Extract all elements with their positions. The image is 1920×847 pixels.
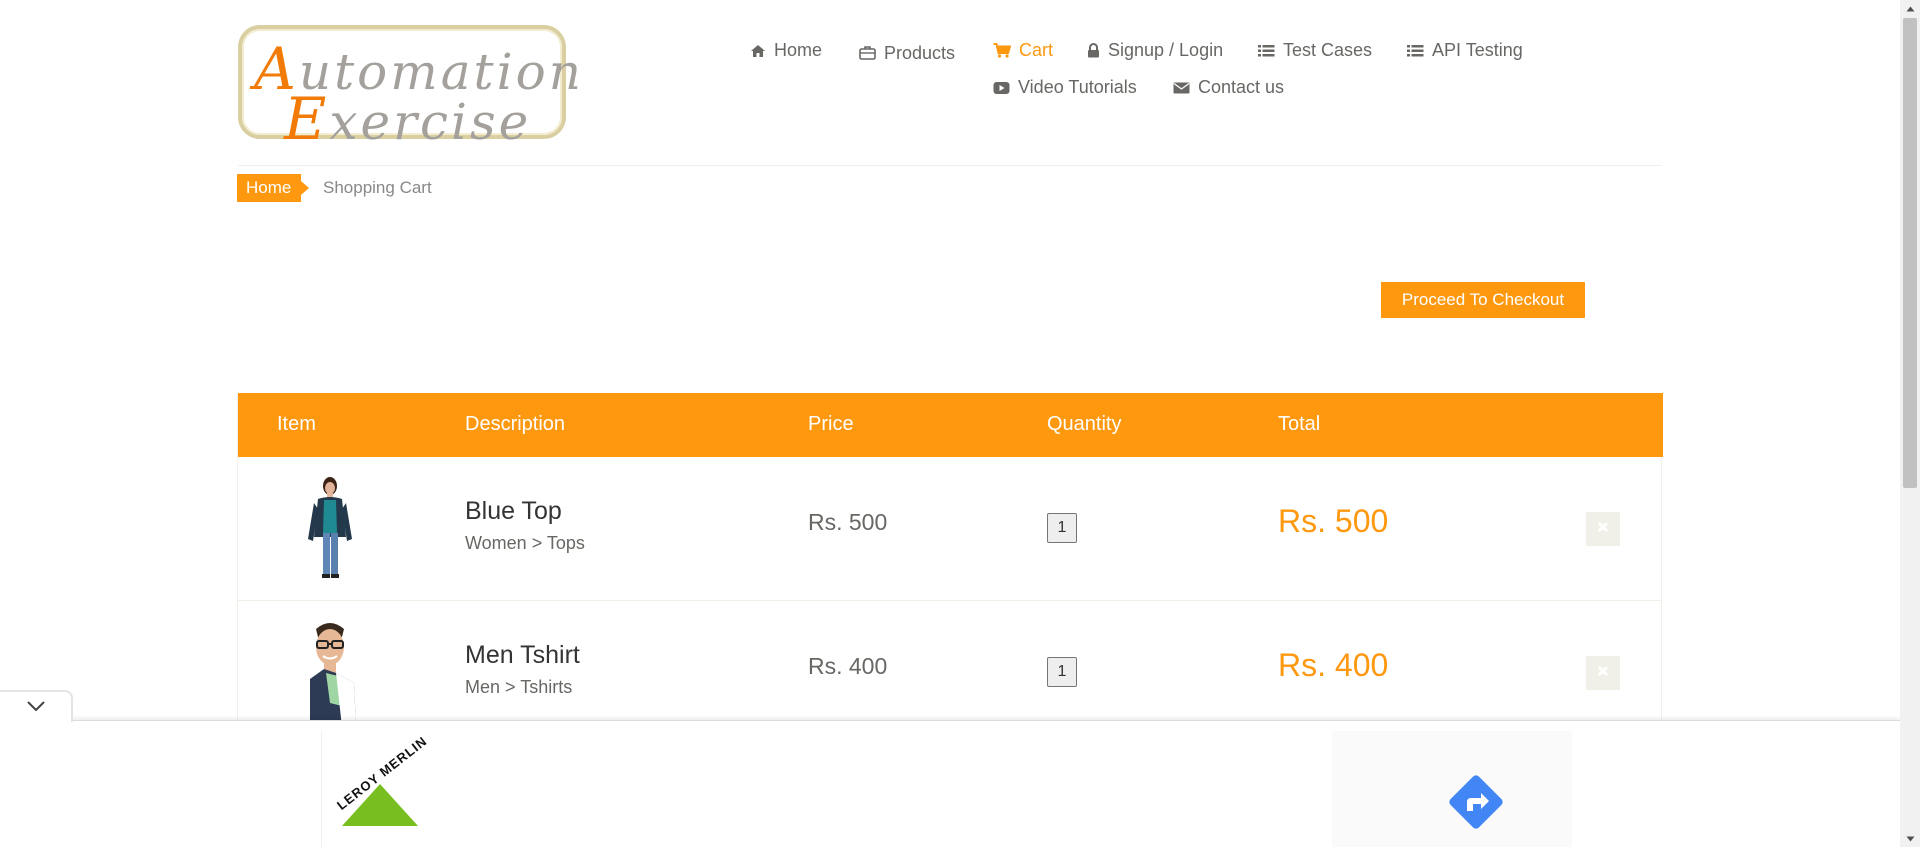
youtube-icon: [993, 81, 1010, 95]
site-logo[interactable]: Automation Exercise: [238, 25, 581, 153]
cart-table-header: Item Description Price Quantity Total: [238, 393, 1663, 457]
proceed-to-checkout-button[interactable]: Proceed To Checkout: [1381, 282, 1585, 318]
nav-video-tutorials-label: Video Tutorials: [1018, 77, 1137, 97]
product-image-blue-top[interactable]: [280, 473, 380, 583]
close-icon: [1597, 520, 1609, 538]
product-name[interactable]: Men Tshirt: [465, 641, 580, 670]
nav-video-tutorials[interactable]: Video Tutorials: [993, 77, 1137, 98]
nav-api-testing[interactable]: API Testing: [1407, 40, 1523, 61]
product-price: Rs. 500: [808, 509, 888, 535]
scrollbar-thumb[interactable]: [1903, 18, 1917, 488]
product-category: Men > Tshirts: [465, 677, 573, 697]
product-category: Women > Tops: [465, 533, 585, 553]
header-description: Description: [465, 413, 566, 435]
logo-line-2: Exercise: [284, 85, 532, 153]
product-total: Rs. 400: [1278, 647, 1389, 683]
directions-icon: [1445, 775, 1507, 837]
nav-test-cases-label: Test Cases: [1283, 40, 1373, 60]
cart-icon: [993, 43, 1011, 58]
close-icon: [1597, 664, 1609, 682]
lock-icon: [1087, 43, 1100, 58]
nav-contact-us[interactable]: Contact us: [1173, 77, 1284, 98]
product-name[interactable]: Blue Top: [465, 497, 562, 526]
header-item: Item: [277, 413, 316, 435]
list-icon: [1407, 44, 1424, 58]
quantity-box[interactable]: 1: [1047, 513, 1077, 543]
ad-banner: LEROY MERLIN: [0, 720, 1900, 847]
product-image-men-tshirt[interactable]: [280, 617, 380, 727]
list-icon: [1258, 44, 1275, 58]
header-divider: [238, 165, 1662, 166]
scroll-up-arrow-icon[interactable]: [1900, 0, 1920, 17]
breadcrumb-current: Shopping Cart: [323, 178, 432, 197]
nav-home[interactable]: Home: [750, 40, 822, 61]
ad-directions-button[interactable]: [1445, 771, 1507, 838]
envelope-icon: [1173, 81, 1190, 95]
header-quantity: Quantity: [1047, 413, 1122, 435]
nav-contact-us-label: Contact us: [1198, 77, 1285, 97]
nav-api-testing-label: API Testing: [1432, 40, 1523, 60]
nav-cart[interactable]: Cart: [993, 40, 1053, 61]
breadcrumb-home[interactable]: Home: [237, 174, 309, 202]
nav-products-label: Products: [884, 43, 956, 63]
quantity-box[interactable]: 1: [1047, 657, 1077, 687]
table-row: Blue Top Women > Tops Rs. 500 1 Rs. 500: [238, 457, 1661, 601]
ad-content[interactable]: LEROY MERLIN: [321, 731, 1581, 847]
ad-collapse-toggle[interactable]: [0, 690, 73, 722]
delete-item-button[interactable]: [1586, 656, 1620, 690]
product-total: Rs. 500: [1278, 503, 1389, 539]
page-scrollbar[interactable]: [1900, 0, 1920, 847]
nav-signup-login-label: Signup / Login: [1108, 40, 1224, 60]
delete-item-button[interactable]: [1586, 512, 1620, 546]
briefcase-icon: [859, 45, 876, 60]
scroll-down-arrow-icon[interactable]: [1900, 830, 1920, 847]
header-price: Price: [808, 413, 854, 435]
nav-home-label: Home: [774, 40, 823, 60]
cart-table: Item Description Price Quantity Total Bl…: [237, 393, 1663, 745]
chevron-down-icon: [26, 698, 45, 716]
product-price: Rs. 400: [808, 653, 888, 679]
nav-cart-label: Cart: [1019, 40, 1054, 60]
home-icon: [750, 44, 766, 58]
nav-products[interactable]: Products: [859, 40, 955, 64]
nav-signup-login[interactable]: Signup / Login: [1087, 40, 1223, 61]
nav-test-cases[interactable]: Test Cases: [1258, 40, 1372, 61]
header-total: Total: [1278, 413, 1321, 435]
